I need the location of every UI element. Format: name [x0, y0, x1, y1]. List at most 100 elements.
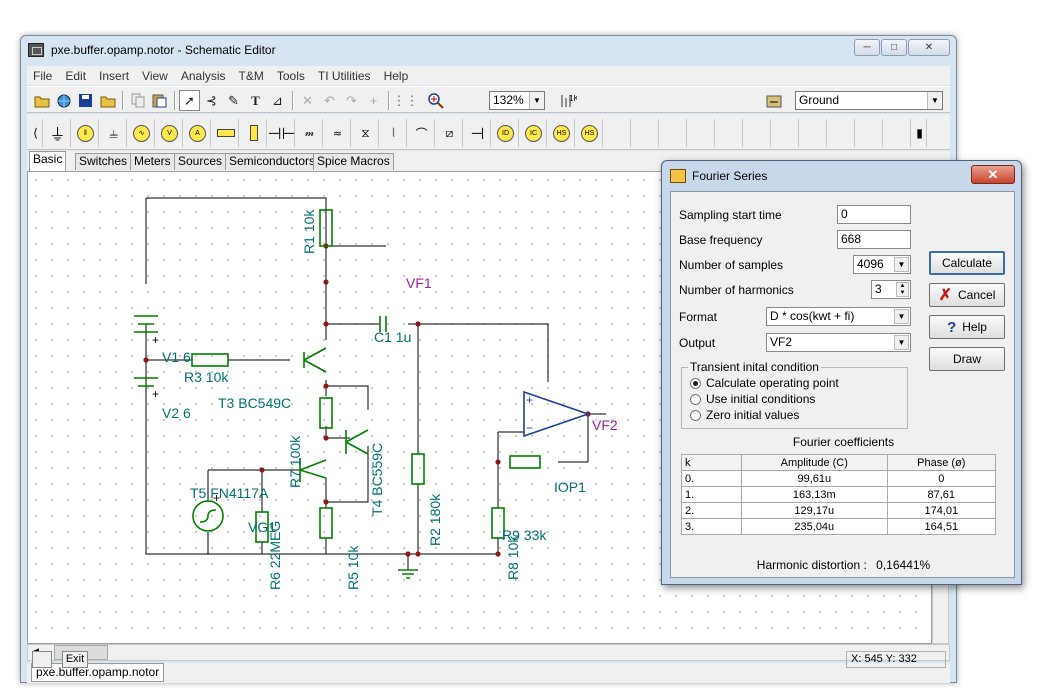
ammeter-component-icon[interactable]: A — [185, 119, 211, 147]
tab-sources[interactable]: Sources — [174, 153, 227, 170]
empty-slot[interactable] — [885, 119, 911, 147]
radio-use-initial-conditions[interactable]: Use initial conditions — [690, 392, 815, 406]
exit-button[interactable]: Exit — [62, 651, 88, 668]
scroll-left-icon[interactable]: ⟨ — [29, 119, 43, 147]
help-button[interactable]: ? Help — [929, 315, 1005, 339]
base-frequency-input[interactable]: 668 — [837, 230, 911, 249]
grid-icon[interactable]: ⋮⋮ — [393, 90, 419, 111]
dc-source-component-icon[interactable]: ⫨ — [101, 119, 127, 147]
globe-icon[interactable] — [53, 90, 74, 111]
resistor-component-icon[interactable] — [213, 119, 239, 147]
capacitor-component-icon[interactable]: ⊣⊢ — [268, 119, 295, 147]
scroll-right-icon[interactable]: ▮ — [913, 119, 927, 147]
table-row[interactable]: 2. 129,17u 174,01 — [681, 502, 997, 519]
menu-analysis[interactable]: Analysis — [175, 69, 233, 83]
empty-slot[interactable] — [605, 119, 631, 147]
cancel-button[interactable]: ✗ Cancel — [929, 283, 1005, 307]
probe-icon[interactable]: 1K — [557, 90, 578, 111]
delete-icon[interactable]: ✕ — [297, 90, 318, 111]
menu-view[interactable]: View — [136, 69, 175, 83]
r1-label: R1 10k — [301, 209, 317, 254]
empty-slot[interactable] — [829, 119, 855, 147]
draw-button[interactable]: Draw — [929, 347, 1005, 371]
menu-tools[interactable]: Tools — [271, 69, 312, 83]
hs-component-icon[interactable]: HS — [549, 119, 575, 147]
tab-semiconductors[interactable]: Semiconductors — [225, 153, 320, 170]
ac-source-component-icon[interactable]: ∿ — [129, 119, 155, 147]
radio-calculate-operating-point[interactable]: Calculate operating point — [690, 376, 839, 390]
minimize-button[interactable]: ─ — [854, 39, 880, 56]
open-icon[interactable] — [97, 90, 118, 111]
empty-slot[interactable] — [857, 119, 883, 147]
coil-component-icon[interactable]: ≈ — [325, 119, 351, 147]
hs2-component-icon[interactable]: HS — [577, 119, 603, 147]
empty-slot[interactable] — [661, 119, 687, 147]
paste-icon[interactable] — [149, 90, 170, 111]
tab-switches[interactable]: Switches — [75, 153, 132, 170]
switch-component-icon[interactable]: ⌒ — [409, 119, 435, 147]
status-settings-icon[interactable] — [32, 651, 52, 668]
empty-slot[interactable] — [633, 119, 659, 147]
ground-tool-icon[interactable] — [763, 90, 784, 111]
maximize-button[interactable]: □ — [881, 39, 907, 56]
menu-insert[interactable]: Insert — [93, 69, 136, 83]
menu-file[interactable]: File — [27, 69, 59, 83]
voltmeter-component-icon[interactable]: V — [157, 119, 183, 147]
pen-icon[interactable]: ✎ — [223, 90, 244, 111]
empty-slot[interactable] — [689, 119, 715, 147]
current-source2-component-icon[interactable]: IC — [521, 119, 547, 147]
ground-select[interactable]: Ground ▼ — [795, 91, 943, 110]
calculate-button[interactable]: Calculate — [929, 251, 1005, 275]
transformer2-component-icon[interactable]: ⦚ — [381, 119, 407, 147]
tab-meters[interactable]: Meters — [130, 153, 175, 170]
cross-icon[interactable]: + — [363, 90, 384, 111]
output-select[interactable]: VF2 ▼ — [766, 333, 911, 352]
menu-ti-utilities[interactable]: TI Utilities — [312, 69, 378, 83]
empty-slot[interactable] — [745, 119, 771, 147]
main-toolbar: ➚ ⊰ ✎ T ⊿ ✕ ↶ ↷ + ⋮⋮ 132% ▼ 1K Ground ▼ — [27, 86, 950, 113]
select-arrow-icon[interactable]: ➚ — [179, 90, 200, 111]
cell-amplitude: 99,61u — [741, 470, 888, 487]
copy-icon[interactable] — [127, 90, 148, 111]
cancel-x-icon: ✗ — [938, 287, 953, 304]
text-tool-icon[interactable]: T — [245, 90, 266, 111]
undo-icon[interactable]: ↶ — [319, 90, 340, 111]
current-source-component-icon[interactable]: ID — [493, 119, 519, 147]
table-row[interactable]: 3. 235,04u 164,51 — [681, 518, 997, 535]
label-tool-icon[interactable]: ⊿ — [267, 90, 288, 111]
save-icon[interactable] — [75, 90, 96, 111]
zoom-icon[interactable] — [425, 90, 446, 111]
potentiometer-component-icon[interactable] — [241, 119, 267, 147]
empty-slot[interactable] — [801, 119, 827, 147]
format-select[interactable]: D * cos(kwt + fi) ▼ — [766, 307, 911, 326]
inductor-component-icon[interactable]: 𝓂 — [297, 119, 323, 147]
harmonics-stepper[interactable]: 3 ▲ ▼ — [871, 280, 911, 299]
sampling-start-input[interactable]: 0 — [837, 205, 911, 224]
wire-tool-icon[interactable]: ⊰ — [201, 90, 222, 111]
samples-value: 4096 — [857, 257, 884, 271]
ground-component-icon[interactable]: ⏚ — [45, 119, 71, 147]
radio-zero-initial-values[interactable]: Zero initial values — [690, 408, 799, 422]
empty-slot[interactable] — [773, 119, 799, 147]
fourier-icon — [670, 169, 686, 183]
tab-basic[interactable]: Basic — [29, 151, 67, 171]
variable-component-icon[interactable]: ⧄ — [437, 119, 463, 147]
tab-spice-macros[interactable]: Spice Macros — [313, 153, 394, 170]
table-row[interactable]: 1. 163,13m 87,61 — [681, 486, 997, 503]
menu-tm[interactable]: T&M — [233, 69, 271, 83]
spinner-arrows-icon[interactable]: ▲ ▼ — [896, 282, 909, 297]
dialog-close-icon[interactable]: ✕ — [971, 165, 1015, 184]
table-row[interactable]: 0. 99,61u 0 — [681, 470, 997, 487]
battery-component-icon[interactable]: ‖ — [73, 119, 99, 147]
samples-select[interactable]: 4096 ▼ — [853, 255, 911, 274]
menu-edit[interactable]: Edit — [59, 69, 93, 83]
menu-help[interactable]: Help — [378, 69, 416, 83]
open-folder-icon[interactable] — [31, 90, 52, 111]
diode-component-icon[interactable]: ⊣ — [465, 119, 491, 147]
zoom-select[interactable]: 132% ▼ — [489, 91, 545, 110]
harmonics-value: 3 — [875, 282, 882, 296]
empty-slot[interactable] — [717, 119, 743, 147]
close-button[interactable]: ✕ — [908, 39, 950, 56]
transformer-component-icon[interactable]: ⧖ — [353, 119, 379, 147]
redo-icon[interactable]: ↷ — [341, 90, 362, 111]
